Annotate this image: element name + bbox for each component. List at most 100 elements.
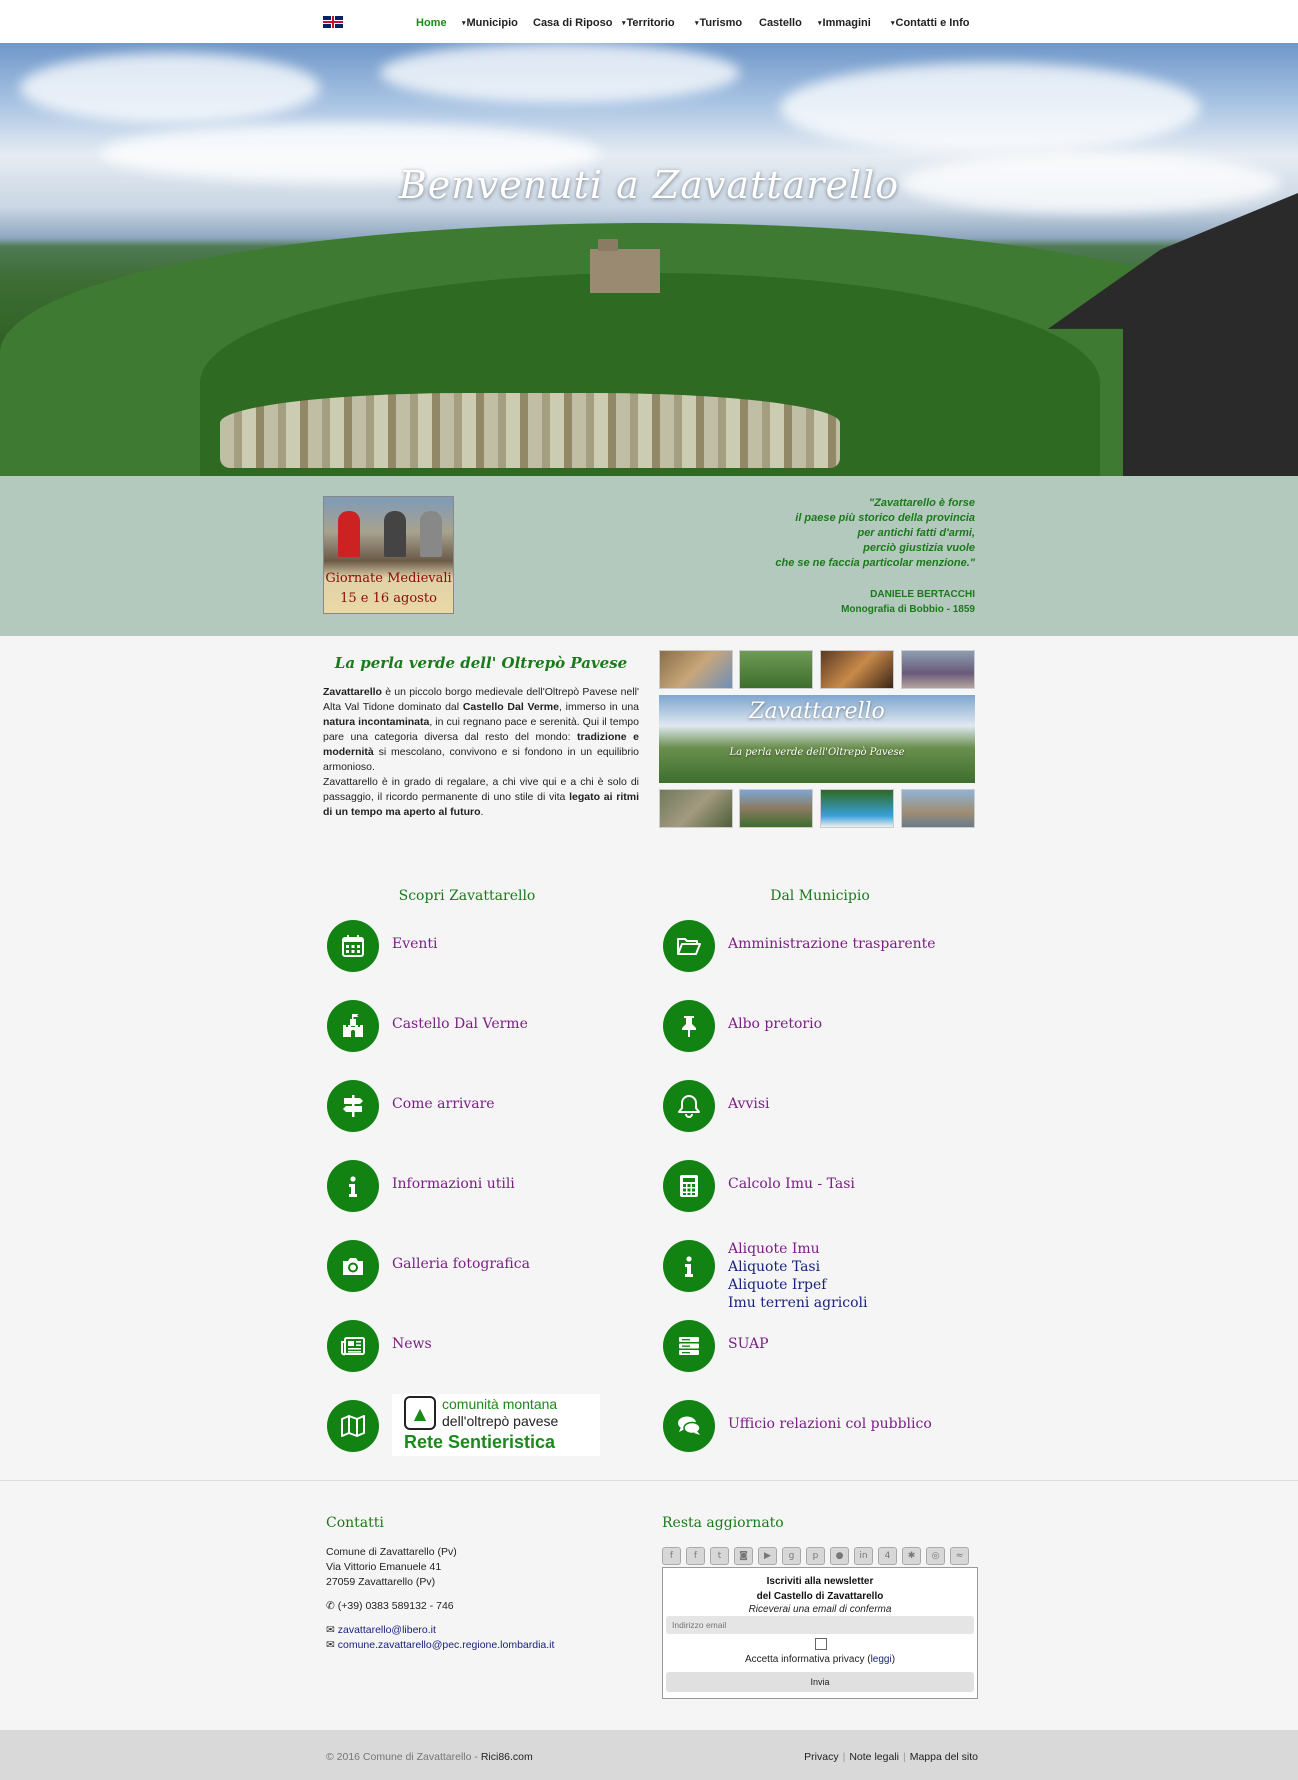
photo-gallery: Zavattarello La perla verde dell'Oltrepò… (659, 650, 975, 828)
link-mappa-sito[interactable]: Mappa del sito (910, 1751, 978, 1763)
foursquare-icon[interactable]: 4 (878, 1547, 897, 1565)
top-navbar: Home ▾Municipio Casa di Riposo ▾Territor… (0, 0, 1298, 43)
gallery-thumb[interactable] (739, 789, 813, 828)
youtube-icon[interactable]: ▶ (758, 1547, 777, 1565)
gallery-thumb[interactable] (820, 650, 894, 689)
bottom-bar: © 2016 Comune di Zavattarello - Rici86.c… (0, 1730, 1298, 1780)
link-amministrazione-label[interactable]: Amministrazione trasparente (728, 936, 936, 952)
facebook-icon[interactable]: f (662, 1547, 681, 1565)
nav-turismo-label: Turismo (699, 17, 743, 29)
privacy-link[interactable]: leggi (871, 1654, 892, 1665)
castle (590, 239, 660, 293)
link-note-legali[interactable]: Note legali (849, 1751, 899, 1763)
nav-contatti-label: Contatti e Info (895, 17, 970, 29)
nav-castello[interactable]: Castello (759, 17, 802, 29)
comunita-montana-logo[interactable]: ▲ comunità montana dell'oltrepò pavese R… (392, 1394, 600, 1456)
chevron-down-icon: ▾ (891, 20, 895, 27)
resta-aggiornato-title: Resta aggiornato (662, 1515, 784, 1531)
yelp-icon[interactable]: ✱ (902, 1547, 921, 1565)
cm-logo-line3: Rete Sentieristica (404, 1432, 556, 1452)
nav-municipio[interactable]: ▾Municipio (462, 17, 518, 29)
rss-icon[interactable]: ≈ (950, 1547, 969, 1565)
nav-territorio[interactable]: ▾Territorio (622, 17, 675, 29)
email-link[interactable]: zavattarello@libero.it (338, 1624, 436, 1636)
intro-title: La perla verde dell' Oltrepò Pavese (334, 654, 628, 672)
instagram-icon[interactable]: ◙ (734, 1547, 753, 1565)
envelope-icon: ✉ (326, 1624, 335, 1636)
link-news-label[interactable]: News (392, 1336, 432, 1352)
pinterest-icon[interactable]: p (806, 1547, 825, 1565)
gallery-thumb[interactable] (739, 650, 813, 689)
flickr-icon[interactable]: ● (830, 1547, 849, 1565)
footer-links: Privacy | Note legali | Mappa del sito (804, 1751, 978, 1763)
nav-turismo[interactable]: ▾Turismo (695, 17, 742, 29)
newsletter-form: Iscriviti alla newsletter del Castello d… (662, 1567, 978, 1699)
promo-line1: Giornate Medievali (325, 571, 452, 586)
google-plus-icon[interactable]: g (782, 1547, 801, 1565)
link-informazioni-label[interactable]: Informazioni utili (392, 1176, 515, 1192)
nav-contatti[interactable]: ▾Contatti e Info (891, 17, 969, 29)
page: Home ▾Municipio Casa di Riposo ▾Territor… (0, 0, 1298, 1780)
gallery-banner-subtitle: La perla verde dell'Oltrepò Pavese (729, 747, 905, 758)
chevron-down-icon: ▾ (622, 20, 626, 27)
nav-municipio-label: Municipio (466, 17, 518, 29)
tripadvisor-icon[interactable]: ◎ (926, 1547, 945, 1565)
link-privacy[interactable]: Privacy (804, 1751, 838, 1763)
link-suap-label[interactable]: SUAP (728, 1336, 769, 1352)
calendar-icon (327, 920, 379, 972)
nav-immagini[interactable]: ▾Immagini (818, 17, 871, 29)
promo-line2: 15 e 16 agosto (340, 591, 437, 606)
link-avvisi-label[interactable]: Avvisi (728, 1096, 770, 1112)
link-aliquote-imu[interactable]: Aliquote Imu (728, 1240, 868, 1258)
author-name: DANIELE BERTACCHI (870, 589, 975, 600)
uk-flag-icon[interactable] (323, 16, 343, 28)
calculator-icon (663, 1160, 715, 1212)
link-aliquote-irpef[interactable]: Aliquote Irpef (728, 1276, 868, 1294)
cm-logo-line1: comunità montana (442, 1396, 558, 1412)
link-aliquote-tasi[interactable]: Aliquote Tasi (728, 1258, 868, 1276)
gallery-thumb[interactable] (659, 789, 733, 828)
nav-immagini-label: Immagini (822, 17, 871, 29)
gallery-thumb[interactable] (901, 789, 975, 828)
gallery-thumb[interactable] (659, 650, 733, 689)
brand-link[interactable]: Rici86.com (481, 1751, 533, 1763)
link-castello-label[interactable]: Castello Dal Verme (392, 1016, 528, 1032)
map-icon (327, 1400, 379, 1452)
gallery-banner[interactable]: Zavattarello La perla verde dell'Oltrepò… (659, 695, 975, 783)
privacy-checkbox[interactable] (815, 1638, 827, 1650)
pec[interactable]: ✉ comune.zavattarello@pec.regione.lombar… (326, 1638, 554, 1653)
footer: Contatti Comune di Zavattarello (Pv) Via… (0, 1480, 1298, 1730)
quote-line: per antichi fatti d'armi, (857, 527, 975, 539)
knight-figure (338, 511, 360, 557)
cloud (780, 63, 1200, 153)
promo-banner[interactable]: Giornate Medievali 15 e 16 agosto (323, 496, 454, 614)
link-eventi-label[interactable]: Eventi (392, 936, 438, 952)
nav-casa-di-riposo[interactable]: Casa di Riposo (533, 17, 612, 29)
twitter-icon[interactable]: t (710, 1547, 729, 1565)
nav-home[interactable]: Home (416, 17, 447, 29)
linkedin-icon[interactable]: in (854, 1547, 873, 1565)
email[interactable]: ✉ zavattarello@libero.it (326, 1623, 554, 1638)
quote-line: "Zavattarello è forse (868, 497, 975, 509)
link-galleria-label[interactable]: Galleria fotografica (392, 1256, 530, 1272)
link-urp-label[interactable]: Ufficio relazioni col pubblico (728, 1416, 932, 1432)
info-icon (327, 1160, 379, 1212)
cm-logo-line2: dell'oltrepò pavese (442, 1413, 559, 1429)
quote-line: il paese più storico della provincia (795, 512, 975, 524)
intro-paragraph: Zavattarello è in grado di regalare, a c… (323, 776, 639, 818)
link-come-arrivare-label[interactable]: Come arrivare (392, 1096, 495, 1112)
envelope-icon: ✉ (326, 1639, 335, 1651)
newsletter-subtitle: Riceverai una email di conferma (748, 1604, 892, 1615)
pec-link[interactable]: comune.zavattarello@pec.regione.lombardi… (338, 1639, 555, 1651)
link-albo-pretorio-label[interactable]: Albo pretorio (728, 1016, 822, 1032)
newsletter-submit-button[interactable]: Invia (666, 1672, 974, 1692)
gallery-thumb[interactable] (901, 650, 975, 689)
quote-line: che se ne faccia particolar menzione." (775, 557, 975, 569)
village (220, 393, 840, 468)
facebook-icon[interactable]: f (686, 1547, 705, 1565)
link-imu-terreni[interactable]: Imu terreni agricoli (728, 1294, 868, 1312)
gallery-thumb[interactable] (820, 789, 894, 828)
info-icon (663, 1240, 715, 1292)
link-calcolo-imu-label[interactable]: Calcolo Imu - Tasi (728, 1176, 855, 1192)
newsletter-email-input[interactable] (666, 1616, 974, 1634)
